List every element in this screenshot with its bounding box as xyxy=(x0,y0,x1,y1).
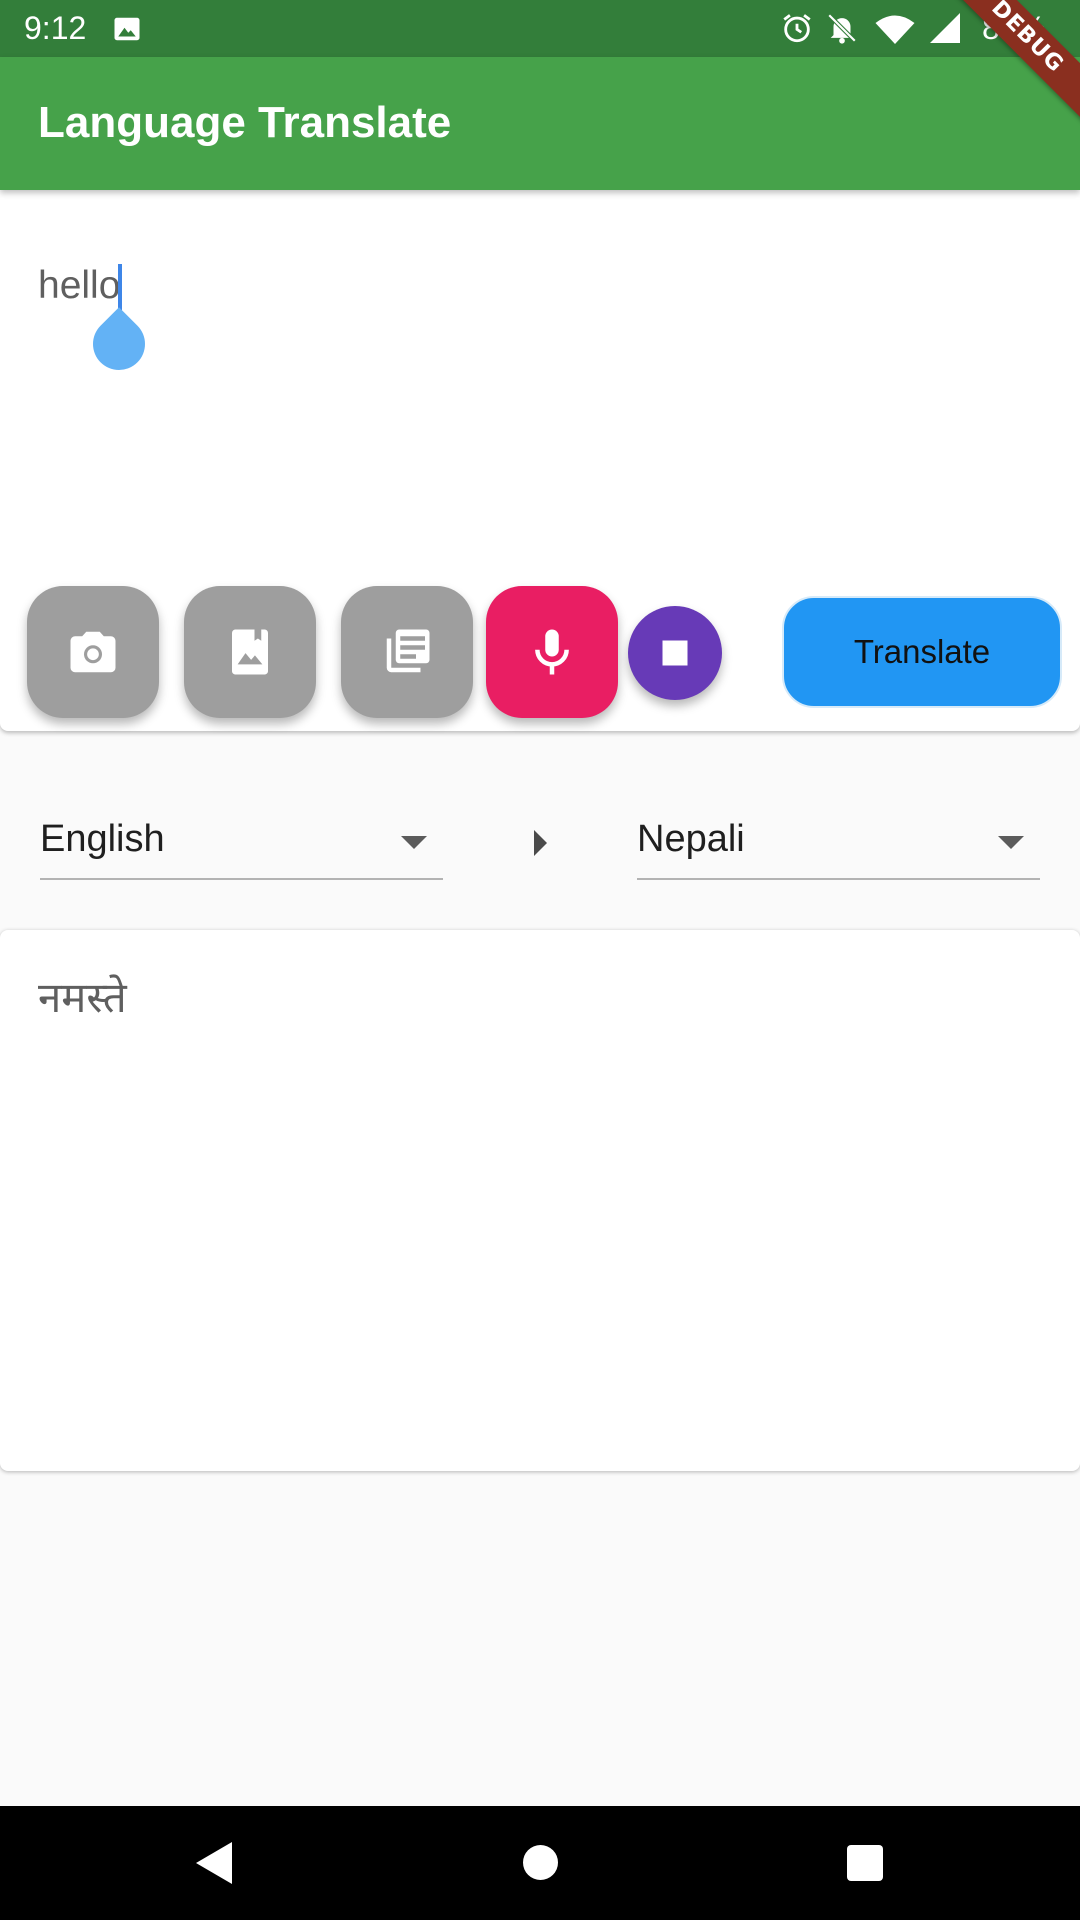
app-bar: Language Translate xyxy=(0,57,1080,190)
image-icon xyxy=(114,17,140,41)
status-bar: 9:12 81% xyxy=(0,0,1080,57)
target-language-dropdown[interactable]: Nepali xyxy=(637,798,1040,880)
source-language-dropdown[interactable]: English xyxy=(40,798,443,880)
microphone-button[interactable] xyxy=(486,586,618,718)
output-card: नमस्ते xyxy=(0,930,1080,1471)
input-card: hello Translate xyxy=(0,190,1080,731)
translated-text: नमस्ते xyxy=(38,973,127,1022)
image-icon xyxy=(232,629,268,675)
microphone-icon xyxy=(535,629,569,675)
recents-icon[interactable] xyxy=(847,1845,883,1881)
target-language-label: Nepali xyxy=(637,818,745,860)
source-language-label: English xyxy=(40,818,165,860)
source-text-input[interactable]: hello xyxy=(38,262,120,310)
camera-button[interactable] xyxy=(27,586,159,718)
chevron-down-icon xyxy=(401,836,427,849)
camera-icon xyxy=(70,631,116,673)
stop-icon xyxy=(662,640,688,666)
alarm-icon xyxy=(783,14,811,43)
navigation-bar xyxy=(0,1806,1080,1920)
back-icon[interactable] xyxy=(196,1842,232,1884)
translate-button[interactable]: Translate xyxy=(782,596,1062,708)
gallery-button[interactable] xyxy=(184,586,316,718)
text-cursor xyxy=(118,264,122,310)
wifi-icon xyxy=(875,15,915,44)
status-time: 9:12 xyxy=(24,10,87,46)
stop-button[interactable] xyxy=(628,606,722,700)
cellular-signal-icon xyxy=(930,13,960,43)
document-icon xyxy=(386,629,430,673)
cursor-handle[interactable] xyxy=(82,307,156,381)
chevron-down-icon xyxy=(998,836,1024,849)
home-icon[interactable] xyxy=(523,1845,558,1880)
notifications-off-icon xyxy=(827,13,857,44)
app-title: Language Translate xyxy=(38,98,452,147)
document-button[interactable] xyxy=(341,586,473,718)
arrow-right-icon xyxy=(534,830,547,856)
